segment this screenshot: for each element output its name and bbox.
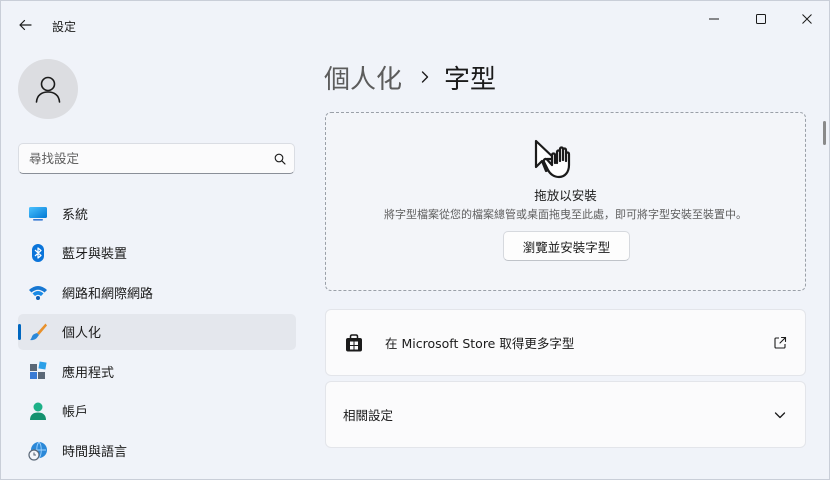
app-title: 設定 [52, 20, 77, 34]
font-drop-zone[interactable]: 拖放以安裝 將字型檔案從您的檔案總管或桌面拖曳至此處，即可將字型安裝至裝置中。 … [325, 112, 806, 291]
sidebar-item-label: 藍牙與裝置 [62, 247, 128, 263]
sidebar-nav: 系統 藍牙與裝置 網路和網際網路 個人化 應用程式 帳戶 時間與語言 [18, 195, 296, 472]
settings-window: 設定 尋找設定 系統 藍牙與裝置 網路和網際網路 個人化 應用程式 帳戶 時間與… [0, 0, 830, 480]
search-icon [274, 153, 286, 165]
sidebar-item-label: 系統 [62, 207, 89, 223]
sidebar-item-personalization[interactable]: 個人化 [18, 313, 296, 350]
minimize-button[interactable] [691, 5, 737, 33]
sidebar-item-network[interactable]: 網路和網際網路 [18, 274, 296, 310]
sidebar-item-label: 時間與語言 [62, 445, 128, 461]
microsoft-store-fonts-card[interactable]: 在 Microsoft Store 取得更多字型 [325, 309, 806, 376]
user-icon [35, 76, 61, 103]
minimize-icon [709, 18, 719, 20]
system-icon [28, 203, 48, 223]
drop-description: 將字型檔案從您的檔案總管或桌面拖曳至此處，即可將字型安裝至裝置中。 [384, 208, 747, 221]
back-arrow-icon [19, 19, 32, 31]
related-settings-label: 相關設定 [343, 408, 394, 423]
store-card-label: 在 Microsoft Store 取得更多字型 [385, 336, 575, 351]
page-title: 字型 [444, 64, 497, 95]
sidebar-item-time-language[interactable]: 時間與語言 [18, 433, 296, 469]
open-external-icon [772, 335, 788, 351]
chevron-right-icon [420, 70, 430, 84]
avatar[interactable] [18, 59, 78, 119]
drop-title: 拖放以安裝 [534, 188, 597, 203]
sidebar-item-label: 個人化 [62, 326, 102, 342]
maximize-button[interactable] [738, 5, 784, 33]
chevron-down-icon [772, 407, 788, 423]
sidebar-item-bluetooth[interactable]: 藍牙與裝置 [18, 235, 296, 271]
drag-hand-icon [534, 139, 571, 179]
browse-install-fonts-button[interactable]: 瀏覽並安裝字型 [503, 231, 630, 261]
close-icon [802, 14, 812, 24]
breadcrumb-parent[interactable]: 個人化 [324, 59, 402, 96]
bluetooth-icon [28, 243, 48, 263]
sidebar-item-label: 應用程式 [62, 365, 115, 381]
title-bar: 設定 [1, 1, 830, 37]
store-icon [343, 332, 365, 354]
time-language-icon [28, 441, 48, 461]
sidebar-item-apps[interactable]: 應用程式 [18, 353, 296, 389]
breadcrumb: 個人化 字型 [324, 57, 496, 97]
wifi-icon [28, 282, 48, 302]
brush-icon [28, 322, 48, 342]
close-button[interactable] [784, 5, 830, 33]
related-settings-card[interactable]: 相關設定 [325, 381, 806, 448]
search-button[interactable] [266, 145, 294, 173]
maximize-icon [756, 14, 766, 24]
search-box [18, 143, 295, 174]
search-input[interactable] [19, 144, 266, 173]
scrollbar-thumb[interactable] [823, 121, 826, 145]
apps-icon [28, 361, 48, 381]
account-icon [28, 401, 48, 421]
sidebar-item-label: 帳戶 [62, 405, 89, 421]
sidebar-item-accounts[interactable]: 帳戶 [18, 393, 296, 429]
sidebar-item-system[interactable]: 系統 [18, 195, 296, 231]
back-button[interactable] [11, 11, 39, 39]
sidebar-item-label: 網路和網際網路 [62, 286, 154, 302]
